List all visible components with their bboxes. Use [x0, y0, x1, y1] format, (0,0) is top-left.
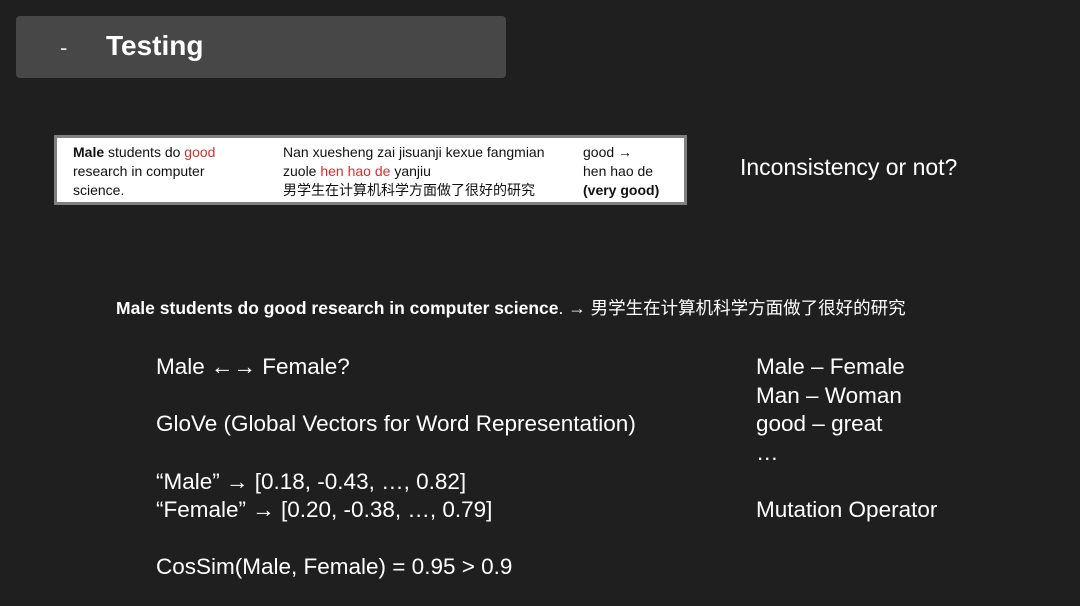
source-text: students do	[104, 144, 185, 160]
translation-column: Nan xuesheng zai jisuanji kexue fangmian…	[283, 143, 583, 200]
mutation-operator-label: Mutation Operator	[756, 497, 938, 522]
chinese-translation: 男学生在计算机科学方面做了很好的研究	[283, 182, 535, 198]
title-bullet: -	[60, 35, 68, 60]
source-word-good: good	[184, 144, 216, 160]
source-sentence-column: Male students do good research in comput…	[73, 143, 273, 200]
ellipsis: …	[756, 440, 779, 465]
vector-male: “Male” → [0.18, -0.43, …, 0.82]	[156, 469, 467, 494]
pinyin-text: zuole	[283, 163, 321, 179]
mapping-line-3: (very good)	[583, 182, 660, 198]
english-sentence: Male students do good research in comput…	[116, 298, 559, 318]
mapping-line-1: good →	[583, 144, 633, 160]
source-word-male: Male	[73, 144, 105, 160]
source-line-3: science.	[73, 182, 125, 198]
pair-man-woman: Man – Woman	[756, 383, 902, 408]
pair-male-female: Male – Female	[756, 354, 905, 379]
translation-example-box: Male students do good research in comput…	[54, 135, 687, 205]
pinyin-text-end: yanjiu	[390, 163, 431, 179]
pinyin-line-1: Nan xuesheng zai jisuanji kexue fangmian	[283, 144, 545, 160]
glove-label: GloVe (Global Vectors for Word Represent…	[156, 411, 636, 436]
mapping-line-2: hen hao de	[583, 163, 654, 179]
pinyin-highlight: hen hao de	[320, 163, 391, 179]
sentence-translation: . → 男学生在计算机科学方面做了很好的研究	[558, 298, 906, 318]
cosine-similarity: CosSim(Male, Female) = 0.95 > 0.9	[156, 554, 513, 579]
mapping-column: good → hen hao de (very good)	[583, 143, 683, 200]
gender-question: Male ←→ Female?	[156, 354, 350, 379]
section-title-bar: - Testing	[16, 16, 506, 78]
sentence-translation-line: Male students do good research in comput…	[116, 295, 906, 320]
pair-good-great: good – great	[756, 411, 883, 436]
source-line-2: research in computer	[73, 163, 205, 179]
question-text: Inconsistency or not?	[740, 154, 958, 180]
vector-female: “Female” → [0.20, -0.38, …, 0.79]	[156, 497, 493, 522]
section-title: Testing	[106, 30, 204, 61]
